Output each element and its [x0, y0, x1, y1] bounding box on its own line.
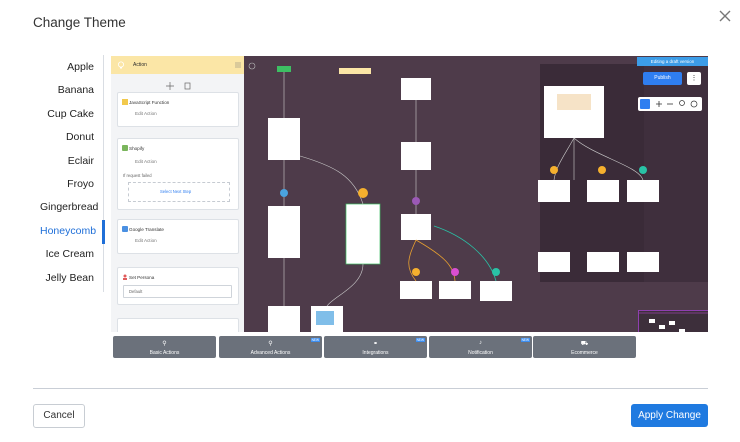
dialog-title: Change Theme — [33, 15, 126, 30]
zoom-toolbar — [638, 97, 702, 111]
tab-label: Ecommerce — [571, 350, 598, 356]
theme-active-indicator — [102, 220, 105, 244]
tab-integrations: NEW ⚭ Integrations — [324, 336, 427, 358]
tab-basic-actions: ⚲ Basic Actions — [113, 336, 216, 358]
theme-item-jelly-bean[interactable]: Jelly Bean — [40, 269, 94, 292]
card-sub: Edit Action — [135, 111, 157, 116]
lightbulb-icon — [118, 61, 124, 69]
theme-list: Apple Banana Cup Cake Donut Eclair Froyo… — [40, 58, 98, 292]
tab-label: Basic Actions — [149, 350, 180, 356]
shopify-icon — [122, 145, 128, 151]
theme-item-banana[interactable]: Banana — [40, 81, 94, 104]
tab-label: Notification — [468, 350, 493, 356]
tab-notification: NEW ♪ Notification — [429, 336, 532, 358]
preview-bottom-tabs: ⚲ Basic Actions NEW ⚲ Advanced Actions N… — [111, 332, 708, 362]
translate-icon — [122, 226, 128, 232]
theme-item-froyo[interactable]: Froyo — [40, 175, 94, 198]
more-options-button[interactable]: ⋮ — [687, 72, 701, 85]
link-icon: ⚭ — [372, 341, 379, 347]
card-title: Shopify — [129, 146, 145, 151]
theme-item-donut[interactable]: Donut — [40, 128, 94, 151]
card-extra: If request failed — [123, 173, 152, 178]
person-icon: ⚲ — [162, 341, 167, 347]
theme-item-apple[interactable]: Apple — [40, 58, 94, 81]
theme-preview: Action JavaScript Function Edit Action S… — [111, 56, 708, 362]
card-title: JavaScript Function — [129, 100, 170, 105]
publish-button[interactable]: Publish — [643, 72, 682, 85]
preview-card-google-translate: Google Translate Edit Action — [117, 219, 239, 254]
footer-divider — [33, 388, 708, 389]
zoom-controls-icons — [640, 99, 698, 109]
card-select: Default — [129, 289, 143, 294]
tab-label: Integrations — [362, 350, 389, 356]
editing-draft-badge: Editing a draft version — [637, 57, 708, 66]
theme-item-eclair[interactable]: Eclair — [40, 152, 94, 175]
close-icon[interactable] — [717, 8, 733, 24]
card-sub: Edit Action — [135, 159, 157, 164]
javascript-icon — [122, 99, 128, 105]
person-icon: ⚲ — [268, 341, 273, 347]
persona-icon — [123, 274, 127, 280]
preview-card-set-persona: Set Persona Default — [117, 267, 239, 305]
theme-item-cup-cake[interactable]: Cup Cake — [40, 105, 94, 128]
theme-list-divider — [103, 55, 104, 292]
preview-card-javascript: JavaScript Function Edit Action — [117, 92, 239, 127]
cancel-button[interactable]: Cancel — [33, 404, 85, 428]
card-tools-icons — [166, 82, 191, 90]
preview-card-shopify: Shopify Edit Action If request failed Se… — [117, 138, 239, 210]
tab-ecommerce: ⛟ Ecommerce — [533, 336, 636, 358]
theme-item-honeycomb[interactable]: Honeycomb — [40, 222, 96, 245]
draft-label: Editing a draft version — [650, 59, 695, 64]
theme-item-ice-cream[interactable]: Ice Cream — [40, 245, 94, 268]
bell-icon: ♪ — [479, 340, 482, 346]
card-sub: Edit Action — [135, 238, 157, 243]
cart-icon: ⛟ — [580, 341, 589, 347]
tab-advanced-actions: NEW ⚲ Advanced Actions — [219, 336, 322, 358]
preview-left-panel: Action JavaScript Function Edit Action S… — [111, 56, 244, 334]
theme-item-gingerbread[interactable]: Gingerbread — [40, 198, 98, 221]
apply-change-button[interactable]: Apply Change — [631, 404, 708, 427]
preview-action-header: Action — [111, 56, 244, 74]
tab-label: Advanced Actions — [250, 350, 291, 356]
card-title: Google Translate — [129, 227, 164, 232]
card-title: Set Persona — [129, 275, 155, 280]
preview-action-label: Action — [133, 62, 147, 68]
card-link: Select Next Step — [160, 189, 192, 194]
menu-icon — [235, 62, 241, 68]
preview-flow-canvas: Editing a draft version Publish ⋮ — [244, 56, 708, 362]
